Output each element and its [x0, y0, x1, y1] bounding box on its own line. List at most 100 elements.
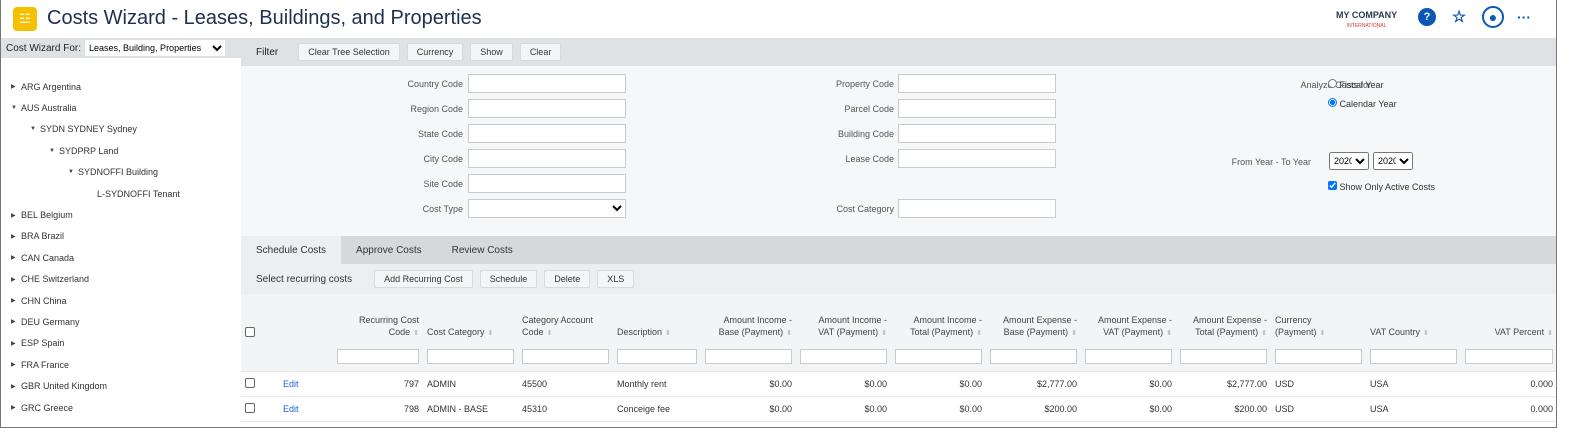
collapsed-icon[interactable]: ▶: [11, 404, 21, 411]
column-filter-input[interactable]: [617, 348, 697, 364]
tab-review-costs[interactable]: Review Costs: [437, 236, 528, 264]
filter-input[interactable]: [898, 99, 1056, 118]
column-filter-input[interactable]: [895, 348, 982, 364]
tab-approve-costs[interactable]: Approve Costs: [341, 236, 437, 264]
column-header[interactable]: Amount Expense - Total (Payment) ⬍: [1176, 294, 1271, 346]
tree-node[interactable]: ▶ ARG Argentina: [1, 76, 241, 97]
filter-input[interactable]: [898, 199, 1056, 218]
column-filter-input[interactable]: [1085, 348, 1172, 364]
column-header[interactable]: Amount Income - Total (Payment) ⬍: [891, 294, 986, 346]
collapsed-icon[interactable]: ▶: [11, 212, 21, 219]
tree-node[interactable]: ▼ SYDNOFFI Building: [1, 162, 241, 183]
more-icon[interactable]: ···: [1515, 8, 1533, 26]
column-filter-input[interactable]: [337, 348, 419, 364]
column-filter-input[interactable]: [800, 348, 887, 364]
column-header[interactable]: Description ⬍: [613, 294, 701, 346]
cost-wizard-for-select[interactable]: Leases, Building, Properties: [85, 40, 226, 56]
filter-input[interactable]: [468, 149, 626, 168]
user-avatar-icon[interactable]: ●: [1482, 6, 1504, 28]
favorite-add-icon[interactable]: ☆: [1450, 8, 1468, 26]
to-year-select[interactable]: 2020: [1373, 152, 1413, 170]
tree-node[interactable]: ▶ GRC Greece: [1, 397, 241, 418]
tree-node-label: GBR United Kingdom: [21, 381, 108, 392]
filter-input[interactable]: [898, 124, 1056, 143]
tree-node[interactable]: ▼ SYDPRP Land: [1, 140, 241, 161]
clear-tree-selection-button[interactable]: Clear Tree Selection: [298, 43, 400, 61]
table-cell: $0.00: [796, 371, 891, 397]
collapsed-icon[interactable]: ▶: [11, 318, 21, 325]
active-costs-checkbox[interactable]: Show Only Active Costs: [1328, 181, 1435, 192]
table-cell: USD: [1271, 396, 1366, 422]
edit-link[interactable]: Edit: [283, 404, 299, 414]
show-button[interactable]: Show: [470, 43, 513, 61]
tree-node[interactable]: ▶ GBR United Kingdom: [1, 375, 241, 396]
collapsed-icon[interactable]: ▶: [11, 233, 21, 240]
currency-button[interactable]: Currency: [406, 43, 464, 61]
collapsed-icon[interactable]: ▶: [11, 361, 21, 368]
tree-node[interactable]: ▶ CHN China: [1, 290, 241, 311]
column-header[interactable]: Amount Income - Base (Payment) ⬍: [701, 294, 796, 346]
fiscal-year-radio[interactable]: Fiscal Year: [1328, 79, 1384, 90]
tree-node[interactable]: ▶ CHE Switzerland: [1, 269, 241, 290]
expanded-icon[interactable]: ▼: [11, 105, 21, 111]
table-cell: $0.00: [701, 371, 796, 397]
collapsed-icon[interactable]: ▶: [11, 83, 21, 90]
column-header[interactable]: Currency (Payment) ⬍: [1271, 294, 1366, 346]
tab-schedule-costs[interactable]: Schedule Costs: [241, 236, 342, 264]
filter-input[interactable]: [468, 124, 626, 143]
expanded-icon[interactable]: ▼: [49, 148, 59, 154]
filter-input[interactable]: [898, 149, 1056, 168]
tree-node[interactable]: L-SYDNOFFI Tenant: [1, 183, 241, 204]
column-header[interactable]: VAT Percent ⬍: [1461, 294, 1556, 346]
tree-node[interactable]: ▶ ESP Spain: [1, 333, 241, 354]
column-header[interactable]: Cost Category ⬍: [423, 294, 518, 346]
row-checkbox[interactable]: [245, 402, 255, 413]
help-icon[interactable]: ?: [1418, 8, 1436, 26]
table-cell: 797: [333, 371, 423, 397]
column-filter-input[interactable]: [1370, 348, 1457, 364]
column-filter-input[interactable]: [990, 348, 1077, 364]
calendar-year-radio[interactable]: Calendar Year: [1328, 98, 1397, 109]
column-header[interactable]: Amount Expense - Base (Payment) ⬍: [986, 294, 1081, 346]
filter-input[interactable]: [468, 74, 626, 93]
tree-node[interactable]: ▼ SYDN SYDNEY Sydney: [1, 119, 241, 140]
column-filter-input[interactable]: [427, 348, 514, 364]
xls-button[interactable]: XLS: [597, 270, 635, 288]
tree-node[interactable]: ▼ AUS Australia: [1, 97, 241, 118]
column-filter-input[interactable]: [1180, 348, 1267, 364]
tree-node[interactable]: ▶ BEL Belgium: [1, 204, 241, 225]
tree-node[interactable]: ▶ DEU Germany: [1, 311, 241, 332]
collapsed-icon[interactable]: ▶: [11, 340, 21, 347]
schedule-button[interactable]: Schedule: [479, 270, 538, 288]
column-header[interactable]: Recurring Cost Code ⬍: [333, 294, 423, 346]
column-filter-input[interactable]: [705, 348, 792, 364]
tree-node[interactable]: ▶ BRA Brazil: [1, 226, 241, 247]
select-all-checkbox[interactable]: [245, 327, 255, 337]
collapsed-icon[interactable]: ▶: [11, 383, 21, 390]
column-header[interactable]: Amount Expense - VAT (Payment) ⬍: [1081, 294, 1176, 346]
collapsed-icon[interactable]: ▶: [11, 254, 21, 261]
filter-input[interactable]: [898, 74, 1056, 93]
cost-type-select[interactable]: [468, 199, 626, 218]
column-filter-input[interactable]: [1465, 348, 1553, 364]
column-filter-input[interactable]: [1275, 348, 1362, 364]
collapsed-icon[interactable]: ▶: [11, 297, 21, 304]
sort-icon: ⬍: [1071, 330, 1077, 337]
from-year-select[interactable]: 2020: [1329, 152, 1369, 170]
filter-input[interactable]: [468, 99, 626, 118]
column-header[interactable]: Category Account Code ⬍: [518, 294, 613, 346]
expanded-icon[interactable]: ▼: [68, 169, 78, 175]
edit-link[interactable]: Edit: [283, 379, 299, 389]
clear-button[interactable]: Clear: [519, 43, 562, 61]
delete-button[interactable]: Delete: [544, 270, 591, 288]
collapsed-icon[interactable]: ▶: [11, 276, 21, 283]
tree-node[interactable]: ▶ FRA France: [1, 354, 241, 375]
tree-node[interactable]: ▶ CAN Canada: [1, 247, 241, 268]
filter-input[interactable]: [468, 174, 626, 193]
row-checkbox[interactable]: [245, 377, 255, 388]
column-header[interactable]: VAT Country ⬍: [1366, 294, 1461, 346]
expanded-icon[interactable]: ▼: [30, 126, 40, 132]
column-header[interactable]: Amount Income - VAT (Payment) ⬍: [796, 294, 891, 346]
column-filter-input[interactable]: [522, 348, 609, 364]
add-recurring-cost-button[interactable]: Add Recurring Cost: [374, 270, 473, 288]
